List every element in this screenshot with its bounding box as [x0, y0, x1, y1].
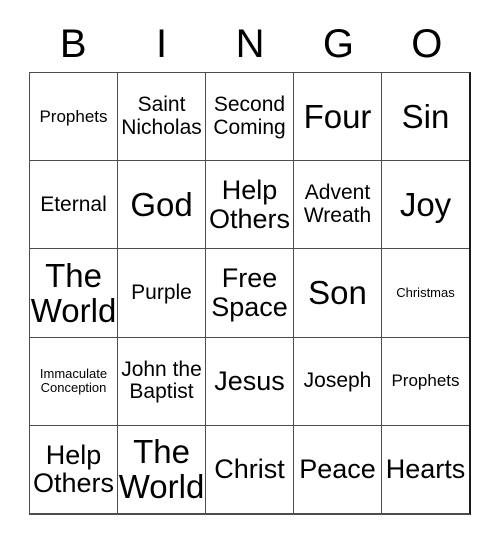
- bingo-cell[interactable]: Saint Nicholas: [117, 73, 205, 161]
- bingo-cell-label: Prophets: [39, 106, 108, 126]
- bingo-cell[interactable]: Hearts: [381, 425, 469, 514]
- bingo-cell-label: John the Baptist: [121, 357, 202, 404]
- bingo-grid: Prophets Saint Nicholas Second Coming Fo…: [29, 72, 471, 515]
- bingo-row: Help Others The World Christ Peace Heart…: [30, 424, 469, 514]
- bingo-cell[interactable]: Joseph: [293, 337, 381, 425]
- header-letter-i: I: [156, 22, 168, 66]
- bingo-cell-label: The World: [118, 433, 205, 506]
- bingo-cell-label: Immaculate Conception: [39, 366, 108, 396]
- bingo-cell[interactable]: Jesus: [205, 337, 293, 425]
- bingo-cell-label: Christ: [214, 453, 285, 484]
- bingo-cell[interactable]: The World: [30, 249, 117, 336]
- bingo-cell-label: Joseph: [303, 368, 372, 392]
- bingo-cell[interactable]: Second Coming: [205, 73, 293, 161]
- bingo-cell-label: Purple: [131, 280, 192, 304]
- bingo-cell-label: God: [130, 186, 193, 224]
- header-letter-n: N: [235, 22, 265, 66]
- bingo-cell[interactable]: Son: [293, 249, 381, 337]
- bingo-row: Immaculate Conception John the Baptist J…: [30, 336, 469, 425]
- bingo-cell[interactable]: John the Baptist: [117, 337, 205, 425]
- bingo-cell-label: Free Space: [211, 263, 288, 322]
- header-letter-b: B: [59, 22, 87, 66]
- bingo-row: Eternal God Help Others Advent Wreath Jo…: [30, 160, 469, 249]
- bingo-cell-label: Jesus: [214, 365, 285, 396]
- bingo-cell-free-space[interactable]: Free Space: [205, 249, 293, 337]
- header-letter-g: G: [322, 22, 354, 66]
- bingo-cell[interactable]: Help Others: [30, 426, 117, 513]
- bingo-cell[interactable]: Christ: [205, 425, 293, 514]
- bingo-cell[interactable]: Advent Wreath: [293, 161, 381, 249]
- bingo-cell[interactable]: Christmas: [381, 249, 469, 337]
- bingo-cell-label: Prophets: [391, 371, 460, 391]
- bingo-cell-label: Advent Wreath: [303, 181, 372, 227]
- bingo-cell-label: Second Coming: [213, 93, 286, 139]
- bingo-header: B I N G O: [29, 16, 471, 72]
- bingo-cell[interactable]: Eternal: [30, 161, 117, 248]
- bingo-cell-label: Eternal: [40, 192, 107, 216]
- bingo-row: The World Purple Free Space Son Christma…: [30, 248, 469, 337]
- bingo-cell-label: Christmas: [396, 285, 455, 301]
- bingo-cell-label: The World: [30, 256, 117, 329]
- bingo-cell-label: Sin: [401, 97, 450, 135]
- bingo-cell[interactable]: Joy: [381, 161, 469, 249]
- bingo-cell-label: Hearts: [385, 453, 466, 484]
- bingo-cell-label: Help Others: [208, 174, 291, 234]
- bingo-cell-label: Joy: [399, 186, 452, 224]
- bingo-cell-label: Help Others: [32, 439, 115, 499]
- header-letter-o: O: [411, 22, 443, 66]
- bingo-cell[interactable]: God: [117, 161, 205, 249]
- bingo-row: Prophets Saint Nicholas Second Coming Fo…: [30, 73, 469, 161]
- bingo-cell-label: Saint Nicholas: [121, 93, 202, 139]
- bingo-cell[interactable]: Prophets: [30, 73, 117, 160]
- bingo-cell[interactable]: Purple: [117, 249, 205, 337]
- bingo-cell-label: Four: [303, 97, 372, 135]
- bingo-cell[interactable]: Peace: [293, 425, 381, 514]
- bingo-cell[interactable]: Sin: [381, 73, 469, 161]
- bingo-cell[interactable]: Help Others: [205, 161, 293, 249]
- bingo-card: B I N G O Prophets Saint Nicholas Second…: [0, 0, 500, 544]
- bingo-cell[interactable]: The World: [117, 425, 205, 514]
- bingo-cell[interactable]: Four: [293, 73, 381, 161]
- bingo-cell-label: Son: [308, 274, 367, 312]
- bingo-cell[interactable]: Prophets: [381, 337, 469, 425]
- bingo-cell-label: Peace: [299, 453, 376, 484]
- bingo-cell[interactable]: Immaculate Conception: [30, 338, 117, 425]
